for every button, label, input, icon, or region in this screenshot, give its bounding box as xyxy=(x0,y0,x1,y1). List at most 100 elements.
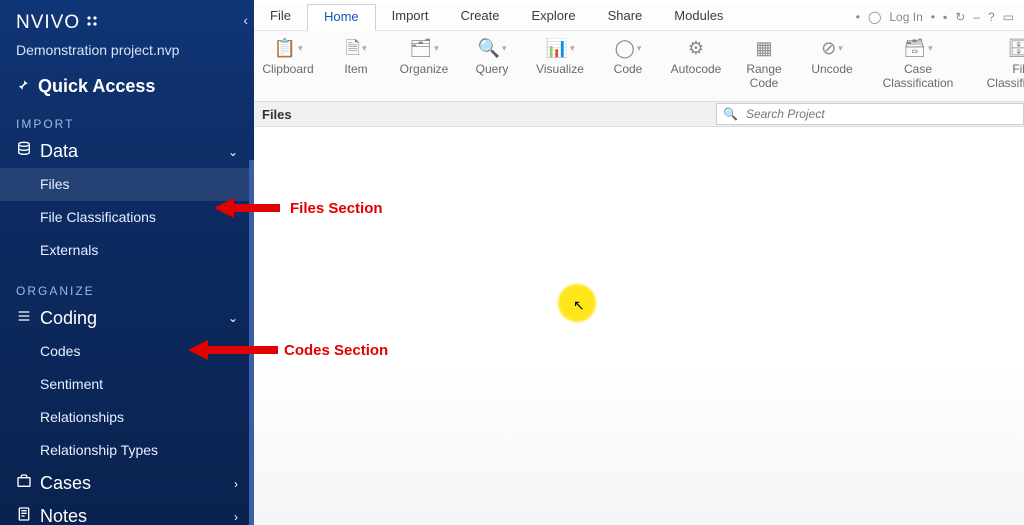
save-icon[interactable]: ▪ xyxy=(943,10,947,24)
tab-home[interactable]: Home xyxy=(307,4,376,31)
chart-icon: 📊 xyxy=(546,39,568,57)
file-class-icon: 🗄 xyxy=(1007,39,1024,57)
sidebar-header: NVIVO ‹ Demonstration project.nvp xyxy=(0,0,254,62)
ribbon-organize[interactable]: 🗂▾ Organize xyxy=(390,31,458,101)
tab-explore[interactable]: Explore xyxy=(516,4,592,30)
login-link[interactable]: Log In xyxy=(889,10,922,24)
ribbon-label: File Classification xyxy=(987,63,1024,91)
tab-file[interactable]: File xyxy=(254,4,307,30)
sidebar-item-label: Relationships xyxy=(40,409,124,425)
sidebar-item-label: Externals xyxy=(40,242,98,258)
sidebar-item-label: Sentiment xyxy=(40,376,103,392)
sidebar-item-externals[interactable]: Externals xyxy=(0,234,254,267)
dot-icon[interactable]: • xyxy=(856,10,860,24)
ribbon-label: Item xyxy=(344,63,367,77)
list-icon xyxy=(16,308,32,329)
ribbon-item[interactable]: 🗎▾ Item xyxy=(322,31,390,101)
group-data[interactable]: Data ⌄ xyxy=(0,135,254,168)
autocode-icon: ⚙ xyxy=(688,39,704,57)
group-coding-label: Coding xyxy=(40,308,97,329)
tab-share[interactable]: Share xyxy=(592,4,659,30)
briefcase-icon xyxy=(16,473,32,494)
tab-import[interactable]: Import xyxy=(376,4,445,30)
code-icon: ◯ xyxy=(615,39,635,57)
ribbon-range-code[interactable]: ▦ Range Code xyxy=(730,31,798,101)
pin-icon xyxy=(16,76,30,97)
section-organize-label: ORGANIZE xyxy=(0,268,254,302)
quick-access-button[interactable]: Quick Access xyxy=(0,62,254,101)
chevron-down-icon: ⌄ xyxy=(228,311,238,325)
chevron-right-icon: › xyxy=(234,510,238,524)
dropdown-icon: ▾ xyxy=(838,44,843,53)
ribbon-clipboard[interactable]: 📋▾ Clipboard xyxy=(254,31,322,101)
ribbon-uncode[interactable]: ⊘▾ Uncode xyxy=(798,31,866,101)
search-box[interactable]: 🔍 xyxy=(716,103,1024,125)
sidebar-item-label: Relationship Types xyxy=(40,442,158,458)
sidebar-item-sentiment[interactable]: Sentiment xyxy=(0,368,254,401)
ribbon-code[interactable]: ◯▾ Code xyxy=(594,31,662,101)
sep-icon: • xyxy=(931,10,935,24)
dropdown-icon: ▾ xyxy=(928,44,933,53)
group-cases[interactable]: Cases › xyxy=(0,467,254,500)
sidebar: NVIVO ‹ Demonstration project.nvp Quick … xyxy=(0,0,254,525)
content-area: ↖ xyxy=(254,127,1024,525)
dash-icon[interactable]: – xyxy=(973,10,980,24)
sidebar-item-label: File Classifications xyxy=(40,209,156,225)
section-import-label: IMPORT xyxy=(0,101,254,135)
ribbon-label: Uncode xyxy=(811,63,852,77)
database-icon xyxy=(16,141,32,162)
tab-create[interactable]: Create xyxy=(444,4,515,30)
ribbon-autocode[interactable]: ⚙ Autocode xyxy=(662,31,730,101)
search-icon: 🔍 xyxy=(717,107,744,121)
group-notes-label: Notes xyxy=(40,506,87,525)
rangecode-icon: ▦ xyxy=(755,39,772,57)
uncode-icon: ⊘ xyxy=(821,39,836,57)
menu-tabs: File Home Import Create Explore Share Mo… xyxy=(254,4,1024,31)
user-icon[interactable]: ◯ xyxy=(868,10,881,24)
group-notes[interactable]: Notes › xyxy=(0,500,254,525)
quick-access-label: Quick Access xyxy=(38,76,155,97)
query-icon: 🔍 xyxy=(478,39,500,57)
dropdown-icon: ▾ xyxy=(298,44,303,53)
menu-right-icons: • ◯ Log In • ▪ ↻ – ? ▭ xyxy=(856,4,1024,30)
file-icon: 🗎 xyxy=(345,39,359,57)
case-class-icon: 🗃 xyxy=(903,39,926,57)
group-cases-label: Cases xyxy=(40,473,91,494)
breadcrumb: Files xyxy=(254,107,292,122)
dropdown-icon: ▾ xyxy=(362,44,367,53)
ribbon-label: Range Code xyxy=(746,63,781,91)
ribbon-label: Organize xyxy=(400,63,449,77)
sidebar-item-relationships[interactable]: Relationships xyxy=(0,401,254,434)
collapse-sidebar-icon[interactable]: ‹ xyxy=(243,12,248,28)
help-icon[interactable]: ? xyxy=(988,10,995,24)
tab-modules[interactable]: Modules xyxy=(658,4,739,30)
sidebar-item-relationship-types[interactable]: Relationship Types xyxy=(0,434,254,467)
ribbon-label: Code xyxy=(614,63,643,77)
logo-dots-icon xyxy=(86,15,100,32)
chevron-right-icon: › xyxy=(234,477,238,491)
cursor-icon: ↖ xyxy=(573,297,585,314)
ribbon-file-classification[interactable]: 🗄▾ File Classification xyxy=(970,31,1024,101)
sidebar-item-codes[interactable]: Codes xyxy=(0,335,254,368)
organize-icon: 🗂 xyxy=(409,39,432,57)
project-name: Demonstration project.nvp xyxy=(16,42,238,58)
ribbon-case-classification[interactable]: 🗃▾ Case Classification xyxy=(866,31,970,101)
note-icon xyxy=(16,506,32,525)
ribbon-label: Visualize xyxy=(536,63,584,77)
ribbon-label: Case Classification xyxy=(883,63,954,91)
group-coding[interactable]: Coding ⌄ xyxy=(0,302,254,335)
ribbon-label: Autocode xyxy=(671,63,722,77)
refresh-icon[interactable]: ↻ xyxy=(955,10,965,24)
ribbon-query[interactable]: 🔍▾ Query xyxy=(458,31,526,101)
main-area: File Home Import Create Explore Share Mo… xyxy=(254,0,1024,525)
window-icon[interactable]: ▭ xyxy=(1003,10,1014,24)
ribbon-label: Query xyxy=(476,63,509,77)
app-name: NVIVO xyxy=(16,12,80,34)
breadcrumb-bar: Files 🔍 xyxy=(254,102,1024,127)
search-input[interactable] xyxy=(744,106,1023,122)
ribbon-visualize[interactable]: 📊▾ Visualize xyxy=(526,31,594,101)
ribbon-label: Clipboard xyxy=(262,63,313,77)
sidebar-item-file-classifications[interactable]: File Classifications xyxy=(0,201,254,234)
dropdown-icon: ▾ xyxy=(434,44,439,53)
sidebar-item-files[interactable]: Files xyxy=(0,168,254,201)
